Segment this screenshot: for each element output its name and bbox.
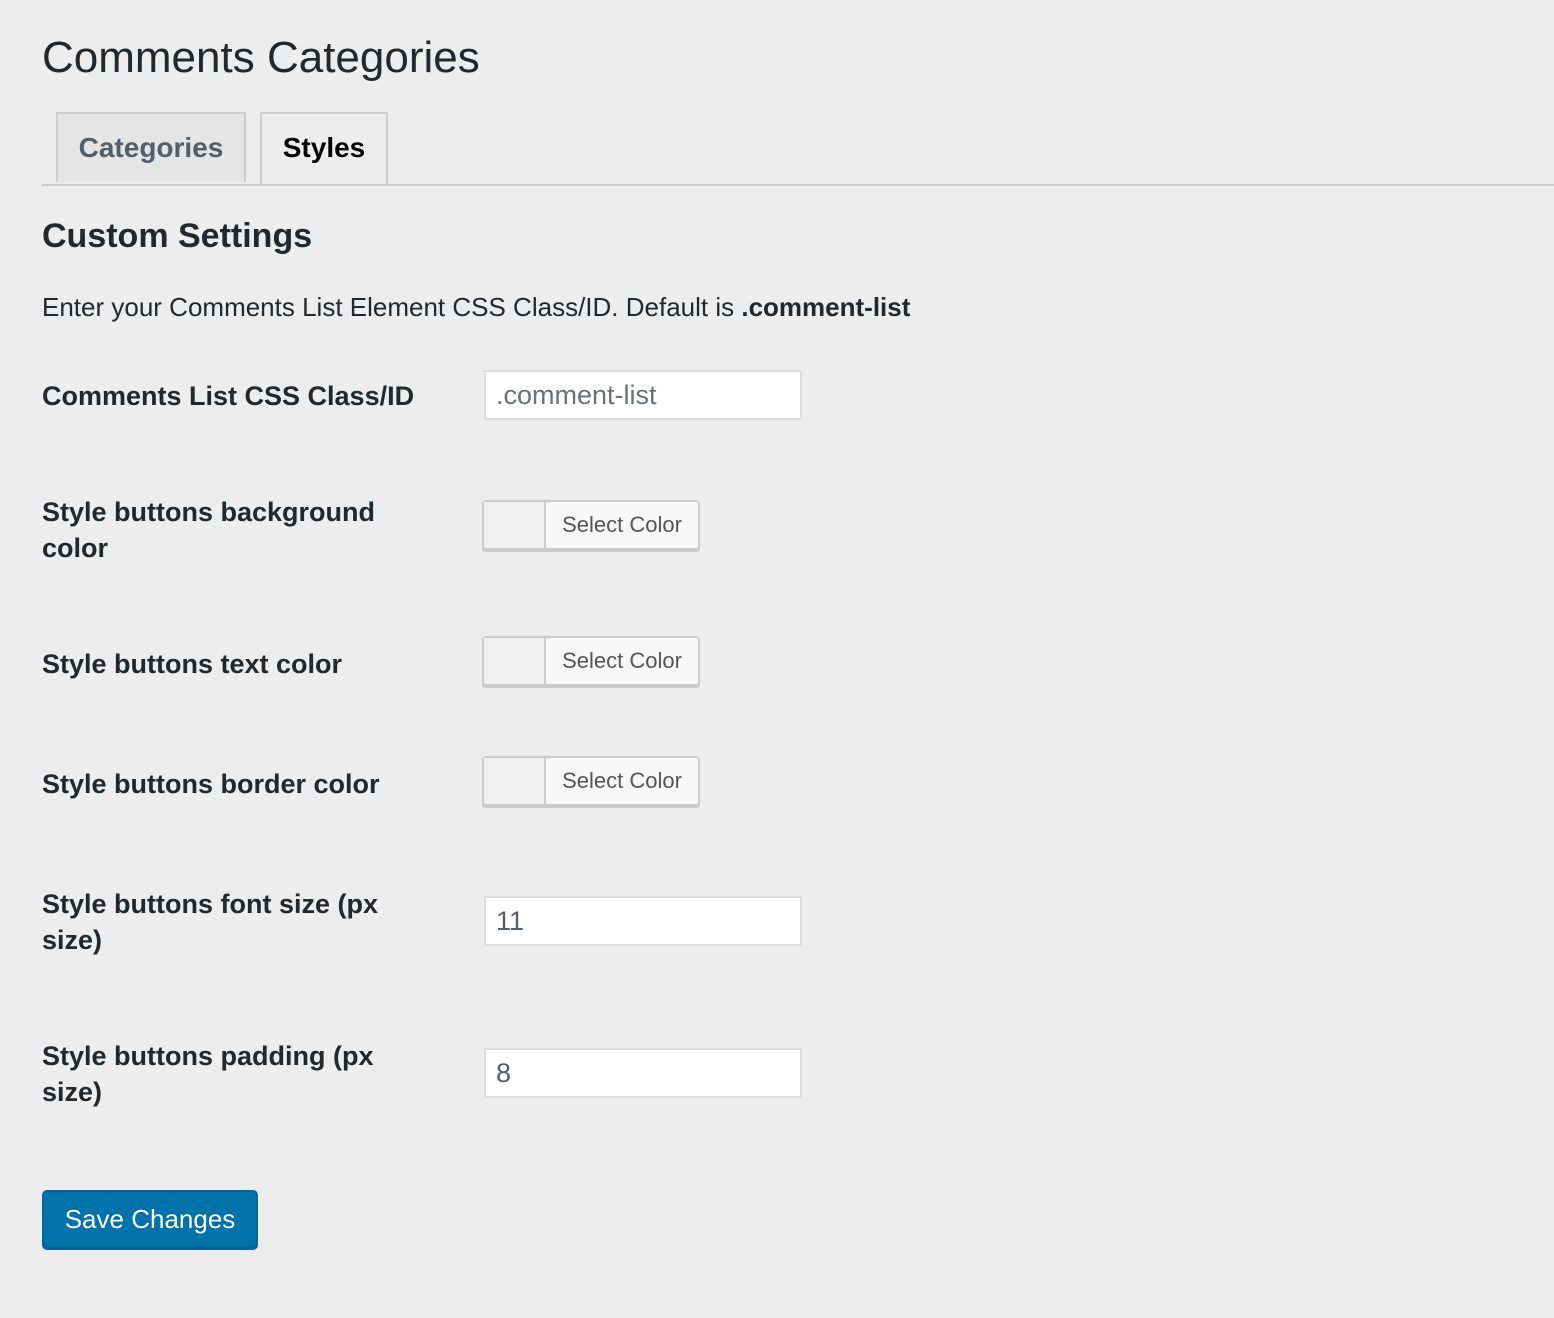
save-changes-button[interactable]: Save Changes: [42, 1190, 258, 1248]
tab-styles[interactable]: Styles: [260, 112, 388, 184]
section-description: Enter your Comments List Element CSS Cla…: [42, 288, 910, 326]
text-color-swatch: [484, 638, 546, 684]
border-color-label: Style buttons border color: [42, 769, 380, 799]
padding-input[interactable]: [484, 1048, 802, 1098]
description-default-value: .comment-list: [741, 292, 911, 322]
section-title: Custom Settings: [42, 217, 313, 255]
css-class-label: Comments List CSS Class/ID: [42, 381, 415, 411]
text-color-select-label: Select Color: [562, 648, 682, 673]
border-color-select-label: Select Color: [562, 768, 682, 793]
tab-categories[interactable]: Categories: [56, 112, 246, 182]
font-size-label: Style buttons font size (px size): [42, 889, 379, 955]
text-color-label: Style buttons text color: [42, 649, 343, 679]
font-size-input[interactable]: [484, 896, 802, 946]
border-color-swatch: [484, 758, 546, 804]
text-color-picker-button[interactable]: Select Color: [482, 636, 700, 686]
border-color-picker-button[interactable]: Select Color: [482, 756, 700, 806]
tab-bar: Categories Styles: [42, 112, 1554, 186]
bg-color-select-label: Select Color: [562, 512, 682, 537]
css-class-input[interactable]: [484, 370, 802, 420]
bg-color-label: Style buttons background color: [42, 497, 376, 563]
bg-color-picker-button[interactable]: Select Color: [482, 500, 700, 550]
page-title: Comments Categories: [42, 33, 480, 82]
padding-label: Style buttons padding (px size): [42, 1041, 374, 1107]
description-text: Enter your Comments List Element CSS Cla…: [42, 292, 742, 322]
bg-color-swatch: [484, 502, 546, 548]
